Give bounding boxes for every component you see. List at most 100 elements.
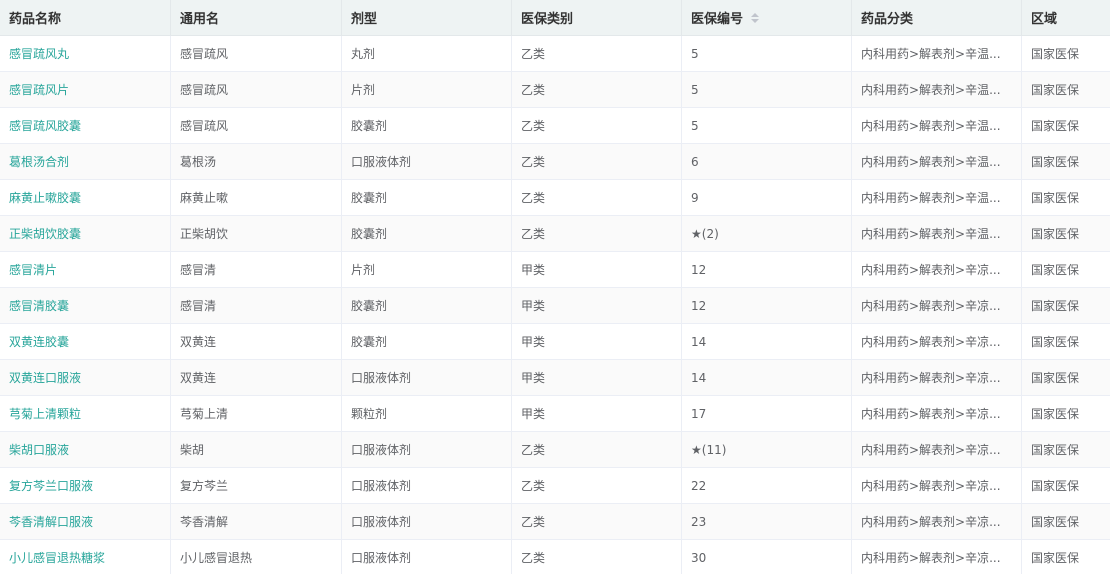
generic-name-cell: 芩香清解 [171, 504, 342, 539]
insurance-category-cell: 乙类 [512, 144, 682, 179]
drug-name-cell[interactable]: 感冒清片 [0, 252, 171, 287]
insurance-category-cell: 乙类 [521, 83, 546, 97]
sort-ascending-icon[interactable] [751, 12, 760, 17]
table-row[interactable]: 感冒疏风胶囊 感冒疏风 胶囊剂 乙类 5 内科用药>解表剂>辛温... 国家医保 [0, 108, 1110, 144]
drug-name-cell[interactable]: 芎菊上清颗粒 [0, 396, 171, 431]
drug-name-cell[interactable]: 葛根汤合剂 [0, 144, 171, 179]
table-row[interactable]: 小儿感冒退热糖浆 小儿感冒退热 口服液体剂 乙类 30 内科用药>解表剂>辛凉... 国家医… [0, 540, 1110, 574]
generic-name-cell: 感冒疏风 [180, 47, 229, 61]
region-cell: 国家医保 [1031, 371, 1080, 385]
table-row[interactable]: 正柴胡饮胶囊 正柴胡饮 胶囊剂 乙类 ★(2) 内科用药>解表剂>辛温... 国家医保 [0, 216, 1110, 252]
table-row[interactable]: 感冒清片 感冒清 片剂 甲类 12 内科用药>解表剂>辛凉... 国家医保 [0, 252, 1110, 288]
table-row[interactable]: 柴胡口服液 柴胡 口服液体剂 乙类 ★(11) 内科用药>解表剂>辛凉... 国家医保 [0, 432, 1110, 468]
dosage-form-cell: 胶囊剂 [342, 324, 512, 359]
table-row[interactable]: 葛根汤合剂 葛根汤 口服液体剂 乙类 6 内科用药>解表剂>辛温... 国家医保 [0, 144, 1110, 180]
drug-classification-cell: 内科用药>解表剂>辛温... [852, 216, 1022, 251]
insurance-category-cell: 甲类 [521, 407, 546, 421]
drug-name-link[interactable]: 葛根汤合剂 [9, 153, 69, 170]
drug-table: 药品名称 通用名 剂型 医保类别 医保编号 药品分类 区域 感冒疏风丸 感冒疏风丸… [0, 0, 1110, 574]
insurance-code-cell: 22 [691, 478, 707, 493]
region-cell: 国家医保 [1022, 144, 1110, 179]
drug-name-cell[interactable]: 感冒疏风胶囊 [0, 108, 171, 143]
drug-name-cell[interactable]: 双黄连口服液 [0, 360, 171, 395]
drug-name-cell[interactable]: 正柴胡饮胶囊 [0, 216, 171, 251]
drug-name-link[interactable]: 小儿感冒退热糖浆 [9, 549, 105, 566]
drug-name-cell[interactable]: 柴胡口服液 [0, 432, 171, 467]
drug-classification-cell: 内科用药>解表剂>辛凉... [852, 504, 1022, 539]
drug-name-link[interactable]: 正柴胡饮胶囊 [9, 225, 81, 242]
region-cell: 国家医保 [1031, 335, 1080, 349]
drug-name-link[interactable]: 双黄连口服液 [9, 369, 81, 386]
table-row[interactable]: 麻黄止嗽胶囊 麻黄止嗽 胶囊剂 乙类 9 内科用药>解表剂>辛温... 国家医保 [0, 180, 1110, 216]
table-row[interactable]: 感冒清胶囊 感冒清 胶囊剂 甲类 12 内科用药>解表剂>辛凉... 国家医保 [0, 288, 1110, 324]
region-cell: 国家医保 [1031, 515, 1080, 529]
drug-name-link[interactable]: 芩香清解口服液 [9, 513, 93, 530]
insurance-code-cell: 23 [691, 514, 707, 529]
drug-name-link[interactable]: 感冒疏风片 [9, 81, 69, 98]
table-row[interactable]: 双黄连胶囊 双黄连 胶囊剂 甲类 14 内科用药>解表剂>辛凉... 国家医保 [0, 324, 1110, 360]
header-insurance-code[interactable]: 医保编号 [682, 0, 852, 35]
header-region: 区域 [1031, 12, 1058, 27]
dosage-form-cell: 颗粒剂 [342, 396, 512, 431]
drug-name-link[interactable]: 麻黄止嗽胶囊 [9, 189, 81, 206]
dosage-form-cell: 颗粒剂 [351, 407, 388, 421]
drug-name-cell[interactable]: 麻黄止嗽胶囊 [0, 180, 171, 215]
drug-name-cell[interactable]: 感冒清胶囊 [0, 288, 171, 323]
region-cell: 国家医保 [1031, 479, 1080, 493]
region-cell: 国家医保 [1031, 299, 1080, 313]
insurance-category-cell: 乙类 [512, 72, 682, 107]
insurance-code-cell: 12 [682, 252, 852, 287]
insurance-code-cell: 14 [691, 334, 707, 349]
dosage-form-cell: 胶囊剂 [351, 299, 388, 313]
generic-name-cell: 双黄连 [171, 360, 342, 395]
drug-name-cell[interactable]: 感冒疏风丸 [0, 36, 171, 71]
insurance-category-cell: 乙类 [521, 47, 546, 61]
insurance-category-cell: 乙类 [512, 216, 682, 251]
drug-name-link[interactable]: 双黄连胶囊 [9, 333, 69, 350]
generic-name-cell: 感冒疏风 [171, 108, 342, 143]
generic-name-cell: 双黄连 [171, 324, 342, 359]
region-cell: 国家医保 [1022, 432, 1110, 467]
drug-name-link[interactable]: 柴胡口服液 [9, 441, 69, 458]
drug-name-link[interactable]: 感冒疏风丸 [9, 45, 69, 62]
table-row[interactable]: 感冒疏风片 感冒疏风 片剂 乙类 5 内科用药>解表剂>辛温... 国家医保 [0, 72, 1110, 108]
insurance-code-cell: 14 [691, 370, 707, 385]
table-row[interactable]: 感冒疏风丸 感冒疏风 丸剂 乙类 5 内科用药>解表剂>辛温... 国家医保 [0, 36, 1110, 72]
sort-descending-icon[interactable] [751, 18, 760, 23]
region-cell: 国家医保 [1022, 36, 1110, 71]
table-row[interactable]: 芎菊上清颗粒 芎菊上清 颗粒剂 甲类 17 内科用药>解表剂>辛凉... 国家医保 [0, 396, 1110, 432]
drug-name-link[interactable]: 感冒清胶囊 [9, 297, 69, 314]
drug-name-cell[interactable]: 小儿感冒退热糖浆 [0, 540, 171, 574]
dosage-form-cell: 胶囊剂 [351, 335, 388, 349]
drug-name-link[interactable]: 感冒清片 [9, 261, 57, 278]
insurance-category-cell: 乙类 [512, 468, 682, 503]
insurance-code-cell: 9 [691, 190, 699, 205]
header-insurance-code-label: 医保编号 [691, 12, 744, 27]
header-drug-name: 药品名称 [0, 0, 171, 35]
table-row[interactable]: 芩香清解口服液 芩香清解 口服液体剂 乙类 23 内科用药>解表剂>辛凉... 国家医保 [0, 504, 1110, 540]
drug-name-cell[interactable]: 芩香清解口服液 [0, 504, 171, 539]
generic-name-cell: 柴胡 [171, 432, 342, 467]
drug-classification-cell: 内科用药>解表剂>辛温... [861, 227, 1001, 241]
region-cell: 国家医保 [1031, 191, 1080, 205]
insurance-code-cell: 5 [682, 72, 852, 107]
drug-name-cell[interactable]: 感冒疏风片 [0, 72, 171, 107]
insurance-category-cell: 乙类 [521, 443, 546, 457]
region-cell: 国家医保 [1022, 468, 1110, 503]
drug-classification-cell: 内科用药>解表剂>辛凉... [861, 479, 1001, 493]
insurance-category-cell: 甲类 [512, 360, 682, 395]
insurance-category-cell: 甲类 [521, 299, 546, 313]
region-cell: 国家医保 [1031, 119, 1080, 133]
insurance-category-cell: 甲类 [521, 263, 546, 277]
insurance-category-cell: 乙类 [521, 227, 546, 241]
drug-name-link[interactable]: 感冒疏风胶囊 [9, 117, 81, 134]
dosage-form-cell: 口服液体剂 [342, 432, 512, 467]
drug-name-link[interactable]: 复方芩兰口服液 [9, 477, 93, 494]
insurance-code-cell: 30 [691, 550, 707, 565]
drug-name-link[interactable]: 芎菊上清颗粒 [9, 405, 81, 422]
table-row[interactable]: 双黄连口服液 双黄连 口服液体剂 甲类 14 内科用药>解表剂>辛凉... 国家医保 [0, 360, 1110, 396]
drug-name-cell[interactable]: 复方芩兰口服液 [0, 468, 171, 503]
sort-icon[interactable] [751, 12, 760, 23]
drug-name-cell[interactable]: 双黄连胶囊 [0, 324, 171, 359]
table-row[interactable]: 复方芩兰口服液 复方芩兰 口服液体剂 乙类 22 内科用药>解表剂>辛凉... 国家医保 [0, 468, 1110, 504]
